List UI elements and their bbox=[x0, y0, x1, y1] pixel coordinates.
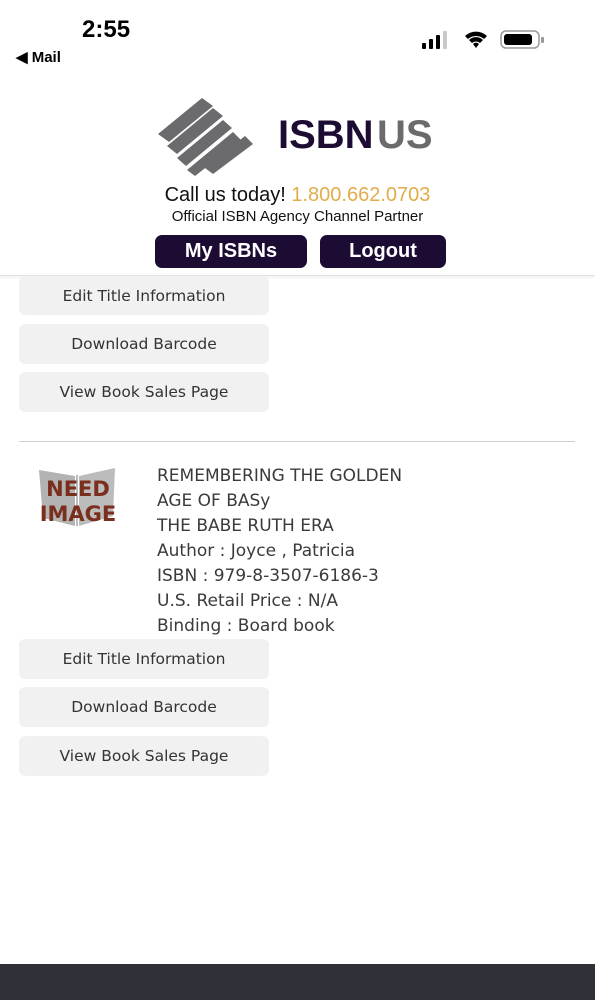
my-isbns-button[interactable]: My ISBNs bbox=[155, 235, 307, 268]
partner-text: Official ISBN Agency Channel Partner bbox=[171, 208, 424, 225]
isbnus-logo[interactable]: ISBN US bbox=[155, 94, 445, 178]
book-details: REMEMBERING THE GOLDEN AGE OF BASy THE B… bbox=[157, 464, 402, 639]
book-price: U.S. Retail Price : N/A bbox=[157, 591, 338, 611]
wifi-icon bbox=[465, 31, 487, 48]
logo-us-text: US bbox=[377, 113, 433, 157]
status-time: 2:55 bbox=[82, 16, 131, 43]
need-image-placeholder: NEED IMAGE bbox=[35, 466, 121, 530]
book-title-line-3: THE BABE RUTH ERA bbox=[157, 516, 334, 536]
back-to-mail-link[interactable]: ◀ Mail bbox=[16, 48, 61, 66]
need-image-text-1: NEED bbox=[46, 477, 110, 501]
site-header: ISBN US Call us today! 1.800.662.0703 Of… bbox=[0, 80, 595, 276]
logout-button[interactable]: Logout bbox=[320, 235, 446, 268]
download-barcode-button[interactable]: Download Barcode bbox=[19, 324, 269, 364]
edit-title-button[interactable]: Edit Title Information bbox=[19, 276, 269, 315]
item-divider bbox=[19, 441, 575, 442]
call-us-text: Call us today! bbox=[164, 184, 292, 206]
book-title-line-1: REMEMBERING THE GOLDEN bbox=[157, 466, 403, 486]
battery-icon bbox=[500, 30, 544, 49]
download-barcode-button-2[interactable]: Download Barcode bbox=[19, 687, 269, 727]
book-isbn: ISBN : 979-8-3507-6186-3 bbox=[157, 566, 379, 586]
book-author: Author : Joyce , Patricia bbox=[157, 541, 356, 561]
view-sales-page-button[interactable]: View Book Sales Page bbox=[19, 372, 269, 412]
book-title-line-2: AGE OF BASy bbox=[157, 491, 271, 511]
logo-stripes-icon bbox=[158, 98, 253, 176]
status-icons bbox=[420, 28, 550, 52]
phone-link[interactable]: 1.800.662.0703 bbox=[291, 184, 430, 206]
book-binding: Binding : Board book bbox=[157, 616, 335, 636]
logo-isbn-text: ISBN bbox=[278, 113, 374, 157]
view-sales-page-button-2[interactable]: View Book Sales Page bbox=[19, 736, 269, 776]
need-image-text-2: IMAGE bbox=[40, 502, 117, 526]
signal-icon bbox=[422, 31, 447, 49]
footer-bar bbox=[0, 964, 595, 1000]
edit-title-button-2[interactable]: Edit Title Information bbox=[19, 639, 269, 679]
call-us-line: Call us today! 1.800.662.0703 bbox=[0, 184, 595, 207]
